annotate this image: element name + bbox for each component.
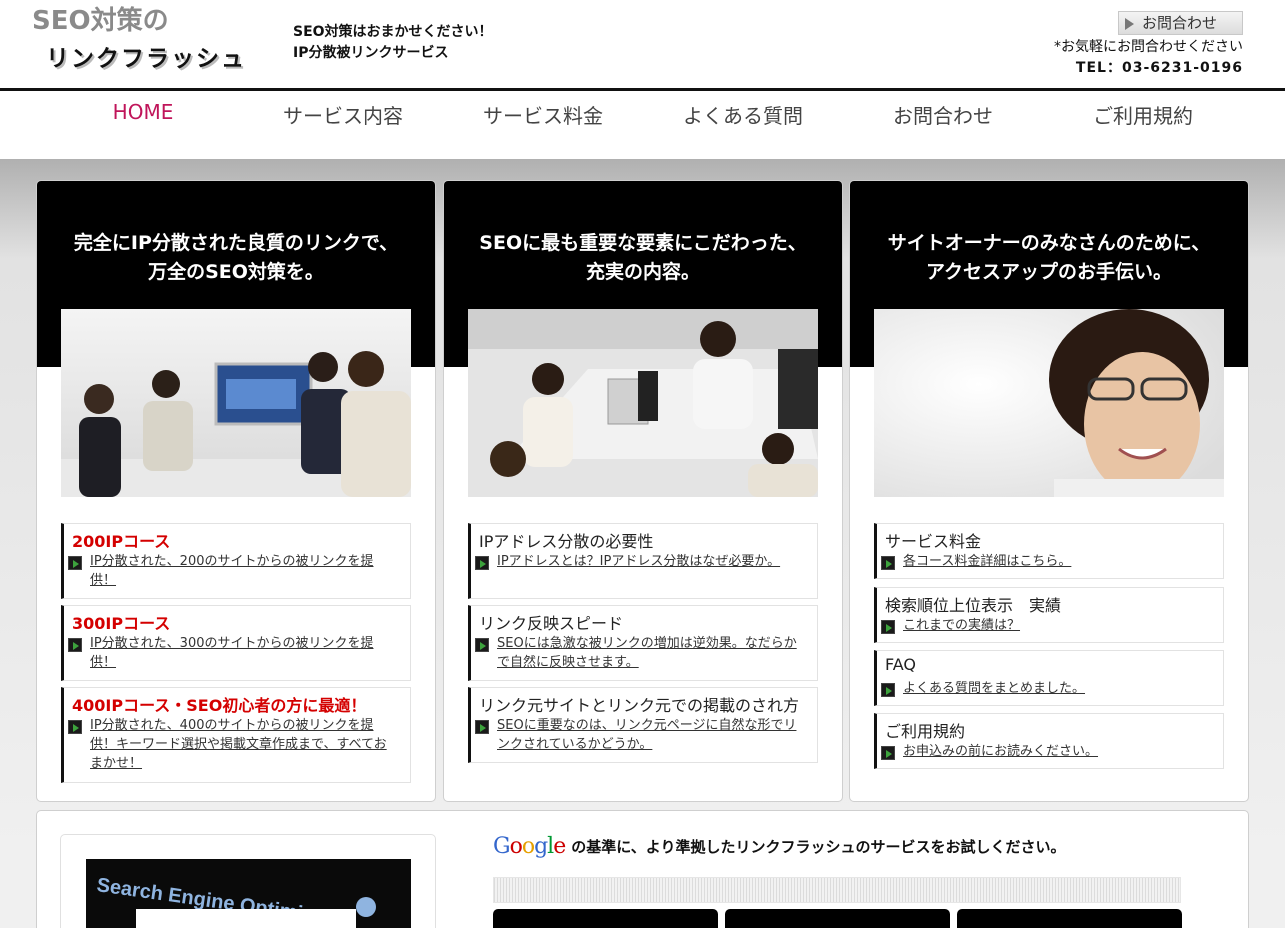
arrow-bullet-icon <box>475 638 489 652</box>
panel-title-line-1: 完全にIP分散された良質のリンクで、 <box>73 232 399 254</box>
lower-tab[interactable] <box>957 909 1182 928</box>
play-arrow-icon <box>1125 17 1134 30</box>
nav-item-services[interactable]: サービス内容 <box>243 100 443 129</box>
nav-item-contact[interactable]: お問合わせ <box>843 100 1043 129</box>
arrow-bullet-icon <box>68 556 82 570</box>
striped-divider <box>493 877 1181 903</box>
info-item[interactable]: リンク元サイトとリンク元での掲載のされ方 SEOに重要なのは、リンク元ページに自… <box>468 687 818 763</box>
info-title: リンク元サイトとリンク元での掲載のされ方 <box>479 696 800 715</box>
course-link[interactable]: IP分散された、200のサイトからの被リンクを提供！ <box>90 552 390 590</box>
lower-tab[interactable] <box>725 909 950 928</box>
phone-number: TEL：03-6231-0196 <box>1075 60 1243 76</box>
info-item[interactable]: IPアドレス分散の必要性 IPアドレスとは？IPアドレス分散はなぜ必要か。 <box>468 523 818 599</box>
info-item[interactable]: リンク反映スピード SEOには急激な被リンクの増加は逆効果。なだらかで自然に反映… <box>468 605 818 681</box>
tagline-line-2: IP分散被リンクサービス <box>293 45 449 61</box>
nav-item-terms[interactable]: ご利用規約 <box>1043 100 1243 129</box>
link-title: ご利用規約 <box>885 722 966 741</box>
link-item-faq[interactable]: FAQ よくある質問をまとめました。 <box>874 650 1224 706</box>
logo-line-1: SEO対策の <box>32 6 169 36</box>
contact-note: *お気軽にお問合わせください <box>1054 39 1243 55</box>
item-link[interactable]: よくある質問をまとめました。 <box>903 679 1203 698</box>
course-title: 200IPコース <box>72 532 171 551</box>
panel-title-line-2: 充実の内容。 <box>585 261 700 283</box>
contact-button[interactable]: お問合わせ <box>1118 11 1243 35</box>
course-link[interactable]: IP分散された、400のサイトからの被リンクを提供！キーワード選択や掲載文章作成… <box>90 716 390 773</box>
arrow-bullet-icon <box>68 638 82 652</box>
main-nav: HOME サービス内容 サービス料金 よくある質問 お問合わせ ご利用規約 <box>0 91 1285 159</box>
feature-panel-1: 完全にIP分散された良質のリンクで、 万全のSEO対策を。 200IPコース I… <box>36 180 436 802</box>
logo-line-2: リンクフラッシュ <box>46 46 246 72</box>
arrow-bullet-icon <box>881 620 895 634</box>
panel-title: SEOに最も重要な要素にこだわった、 充実の内容。 <box>444 229 842 287</box>
item-link[interactable]: これまでの実績は？ <box>903 616 1203 635</box>
course-item-400[interactable]: 400IPコース・SEO初心者の方に最適！ IP分散された、400のサイトからの… <box>61 687 411 783</box>
tagline: SEO対策はおまかせください！ IP分散被リンクサービス <box>293 22 493 64</box>
info-title: リンク反映スピード <box>479 614 624 633</box>
info-link[interactable]: SEOには急激な被リンクの増加は逆効果。なだらかで自然に反映させます。 <box>497 634 797 672</box>
google-banner: Google の基準に、より準拠したリンクフラッシュのサービスをお試しください。 <box>493 834 1066 859</box>
course-item-300[interactable]: 300IPコース IP分散された、300のサイトからの被リンクを提供！ <box>61 605 411 681</box>
panel-title: サイトオーナーのみなさんのために、 アクセスアップのお手伝い。 <box>850 229 1248 287</box>
link-title: 検索順位上位表示 実績 <box>885 596 1062 615</box>
arrow-bullet-icon <box>881 556 895 570</box>
info-link[interactable]: SEOに重要なのは、リンク元ページに自然な形でリンクされているかどうか。 <box>497 716 797 754</box>
feature-panel-3: サイトオーナーのみなさんのために、 アクセスアップのお手伝い。 サービス料金 各… <box>849 180 1249 802</box>
link-title: FAQ <box>885 655 916 674</box>
nav-item-home[interactable]: HOME <box>43 100 243 124</box>
item-link[interactable]: お申込みの前にお読みください。 <box>903 742 1203 761</box>
nav-item-pricing[interactable]: サービス料金 <box>443 100 643 129</box>
arrow-bullet-icon <box>475 720 489 734</box>
info-link[interactable]: IPアドレスとは？IPアドレス分散はなぜ必要か。 <box>497 552 797 571</box>
panel-title-line-1: SEOに最も重要な要素にこだわった、 <box>479 232 807 254</box>
smiling-woman-photo <box>874 309 1224 497</box>
arrow-bullet-icon <box>881 746 895 760</box>
contact-button-label: お問合わせ <box>1142 14 1218 32</box>
panel-title-line-1: サイトオーナーのみなさんのために、 <box>887 232 1211 254</box>
tagline-line-1: SEO対策はおまかせください！ <box>293 24 493 40</box>
link-title: サービス料金 <box>885 532 982 551</box>
course-title: 400IPコース・SEO初心者の方に最適！ <box>72 696 367 715</box>
nav-item-faq[interactable]: よくある質問 <box>643 100 843 129</box>
google-logo: Google <box>493 834 566 859</box>
search-engine-optimization-image: Search Engine Optimi <box>86 859 411 928</box>
course-title: 300IPコース <box>72 614 171 633</box>
arrow-bullet-icon <box>475 556 489 570</box>
panel-title-line-2: アクセスアップのお手伝い。 <box>925 261 1173 283</box>
panel-title: 完全にIP分散された良質のリンクで、 万全のSEO対策を。 <box>37 229 435 287</box>
course-item-200[interactable]: 200IPコース IP分散された、200のサイトからの被リンクを提供！ <box>61 523 411 599</box>
lower-tab[interactable] <box>493 909 718 928</box>
link-item-terms[interactable]: ご利用規約 お申込みの前にお読みください。 <box>874 713 1224 769</box>
google-banner-text: の基準に、より準拠したリンクフラッシュのサービスをお試しください。 <box>571 838 1066 856</box>
business-meeting-photo <box>61 309 411 497</box>
feature-panel-2: SEOに最も重要な要素にこだわった、 充実の内容。 IPアドレス分散の必要性 I… <box>443 180 843 802</box>
panel-title-line-2: 万全のSEO対策を。 <box>148 261 324 283</box>
link-item-pricing[interactable]: サービス料金 各コース料金詳細はこちら。 <box>874 523 1224 579</box>
office-discussion-photo <box>468 309 818 497</box>
arrow-bullet-icon <box>881 683 895 697</box>
course-link[interactable]: IP分散された、300のサイトからの被リンクを提供！ <box>90 634 390 672</box>
site-logo[interactable]: SEO対策の リンクフラッシュ <box>32 6 252 76</box>
info-title: IPアドレス分散の必要性 <box>479 532 654 551</box>
item-link[interactable]: 各コース料金詳細はこちら。 <box>903 552 1203 571</box>
arrow-bullet-icon <box>68 720 82 734</box>
link-item-results[interactable]: 検索順位上位表示 実績 これまでの実績は？ <box>874 587 1224 643</box>
site-header: SEO対策の リンクフラッシュ SEO対策はおまかせください！ IP分散被リンク… <box>0 0 1285 88</box>
